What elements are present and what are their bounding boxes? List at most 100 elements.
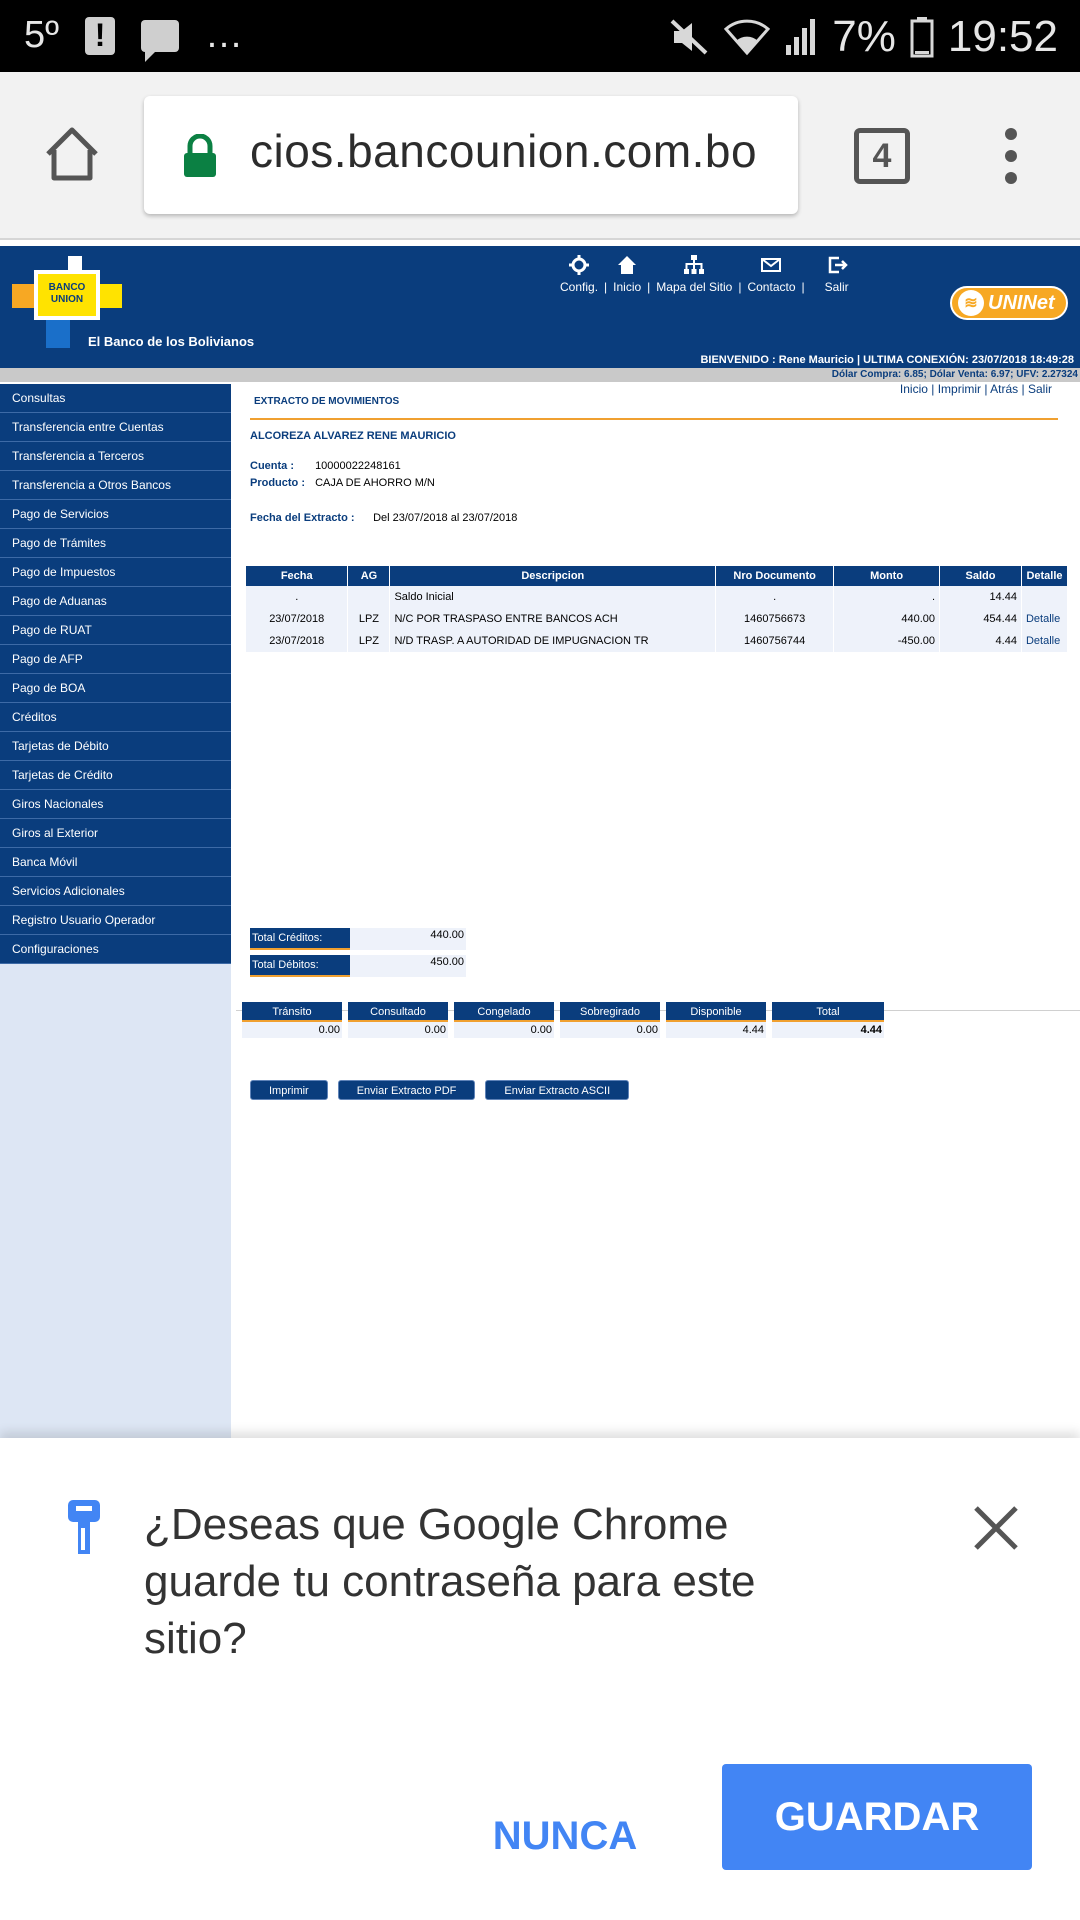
total-credits-value: 440.00 [350,928,466,950]
sidebar-item[interactable]: Servicios Adicionales [0,877,231,906]
statement-date-label: Fecha del Extracto : [250,512,355,524]
save-password-sheet: ¿Deseas que Google Chrome guarde tu cont… [0,1438,1080,1920]
sidebar-item[interactable]: Configuraciones [0,935,231,964]
cell-ag: LPZ [347,608,391,630]
account-number-label: Cuenta : [250,460,294,472]
sidebar-item[interactable]: Pago de BOA [0,674,231,703]
svg-text:UNION: UNION [51,294,83,305]
table-header-row: Fecha AG Descripcion Nro Documento Monto… [246,566,1069,586]
sidebar-item[interactable]: Pago de Aduanas [0,587,231,616]
send-pdf-button[interactable]: Enviar Extracto PDF [337,1080,476,1100]
cell-descripcion: Saldo Inicial [389,586,717,608]
signal-icon [786,19,816,55]
cell-descripcion: N/C POR TRASPASO ENTRE BANCOS ACH [389,608,717,630]
col-ag: AG [347,566,391,586]
total-debits-label: Total Débitos: [250,955,350,977]
sidebar-item[interactable]: Giros al Exterior [0,819,231,848]
nav-inicio-label: Inicio [613,280,642,294]
send-ascii-button[interactable]: Enviar Extracto ASCII [485,1080,630,1100]
link-inicio[interactable]: Inicio [900,382,928,396]
action-buttons: Imprimir Enviar Extracto PDF Enviar Extr… [250,1080,630,1100]
nav-sitemap[interactable]: Mapa del Sitio [656,254,732,294]
cell-documento: . [715,586,835,608]
nav-separator: | [801,280,805,294]
account-number: 10000022248161 [315,460,401,472]
alert-icon: ! [85,16,116,55]
message-icon [141,19,180,62]
address-bar[interactable]: cios.bancounion.com.bo [144,96,798,214]
nav-contacto[interactable]: Contacto [747,254,796,294]
sidebar-item[interactable]: Giros Nacionales [0,790,231,819]
balance-disponible: Disponible 4.44 [666,1002,766,1038]
sidebar-item[interactable]: Pago de Trámites [0,529,231,558]
more-menu-icon[interactable] [996,128,1026,184]
balance-total: Total 4.44 [772,1002,884,1038]
balance-consultado: Consultado 0.00 [348,1002,448,1038]
web-page: BANCO UNION El Banco de los Bolivianos C… [0,242,1080,1438]
cell-ag: LPZ [347,630,391,652]
close-icon[interactable] [970,1502,1022,1554]
never-button[interactable]: NUNCA [470,1798,660,1874]
balance-sobregirado: Sobregirado 0.00 [560,1002,660,1038]
link-imprimir[interactable]: Imprimir [938,382,981,396]
url-text[interactable]: cios.bancounion.com.bo [250,124,757,178]
detalle-link[interactable]: Detalle [1021,630,1069,652]
cell-ag [347,586,391,608]
balance-value: 0.00 [348,1022,448,1038]
sidebar-item[interactable]: Registro Usuario Operador [0,906,231,935]
sidebar-item[interactable]: Créditos [0,703,231,732]
rates-bar: Dólar Compra: 6.85; Dólar Venta: 6.97; U… [0,368,1080,382]
cell-fecha: 23/07/2018 [246,630,349,652]
svg-text:BANCO: BANCO [49,282,86,293]
sidebar-item[interactable]: Transferencia a Terceros [0,442,231,471]
main-content: Inicio | Imprimir | Atrás | Salir EXTRAC… [236,382,1080,1422]
wifi-icon: ≋ [958,290,984,316]
print-button[interactable]: Imprimir [250,1080,328,1100]
nav-separator: | [647,280,651,294]
sidebar-item[interactable]: Banca Móvil [0,848,231,877]
nav-config[interactable]: Config. [560,254,598,294]
tab-switcher-button[interactable]: 4 [854,128,910,184]
sidebar-item[interactable]: Transferencia entre Cuentas [0,413,231,442]
sidebar-item[interactable]: Transferencia a Otros Bancos [0,471,231,500]
col-detalle: Detalle [1021,566,1069,586]
balance-label: Disponible [666,1002,766,1022]
envelope-icon [761,258,782,272]
status-bar: 5º ! … 7% 19:52 [0,0,1080,72]
balance-label: Tránsito [242,1002,342,1022]
divider [250,418,1058,420]
statement-date: Del 23/07/2018 al 23/07/2018 [373,512,518,524]
sidebar-item[interactable]: Tarjetas de Crédito [0,761,231,790]
detalle-link[interactable]: Detalle [1021,608,1069,630]
table-row: 23/07/2018 LPZ N/D TRASP. A AUTORIDAD DE… [246,630,1069,652]
sidebar-item[interactable]: Pago de AFP [0,645,231,674]
link-atras[interactable]: Atrás [990,382,1018,396]
table-row: 23/07/2018 LPZ N/C POR TRASPASO ENTRE BA… [246,608,1069,630]
logout-icon [828,256,848,274]
welcome-text: BIENVENIDO : Rene Mauricio | ULTIMA CONE… [700,354,1074,366]
nav-salir[interactable]: Salir [825,254,849,294]
sidebar-item[interactable]: Pago de Servicios [0,500,231,529]
total-debits-value: 450.00 [350,955,466,977]
save-button[interactable]: GUARDAR [722,1764,1032,1870]
nav-contacto-label: Contacto [747,280,796,294]
cell-fecha: 23/07/2018 [246,608,349,630]
col-descripcion: Descripcion [389,566,717,586]
col-monto: Monto [833,566,941,586]
sidebar-item[interactable]: Tarjetas de Débito [0,732,231,761]
sidebar-item[interactable]: Pago de RUAT [0,616,231,645]
link-separator: | [981,382,991,396]
nav-inicio[interactable]: Inicio [613,254,641,294]
product-row: Producto : CAJA DE AHORRO M/N [250,477,435,489]
uninet-badge[interactable]: ≋ UNINet [950,286,1068,320]
balances-table: Tránsito 0.00 Consultado 0.00 Congelado 0.0… [242,1002,884,1038]
link-salir[interactable]: Salir [1028,382,1052,396]
cell-detalle [1021,586,1069,608]
sidebar-item[interactable]: Pago de Impuestos [0,558,231,587]
key-icon [68,1500,100,1554]
home-icon[interactable] [42,124,102,184]
sidebar-item[interactable]: Consultas [0,384,231,413]
balance-transito: Tránsito 0.00 [242,1002,342,1038]
total-debits: Total Débitos: 450.00 [250,955,466,977]
balance-value: 0.00 [242,1022,342,1038]
